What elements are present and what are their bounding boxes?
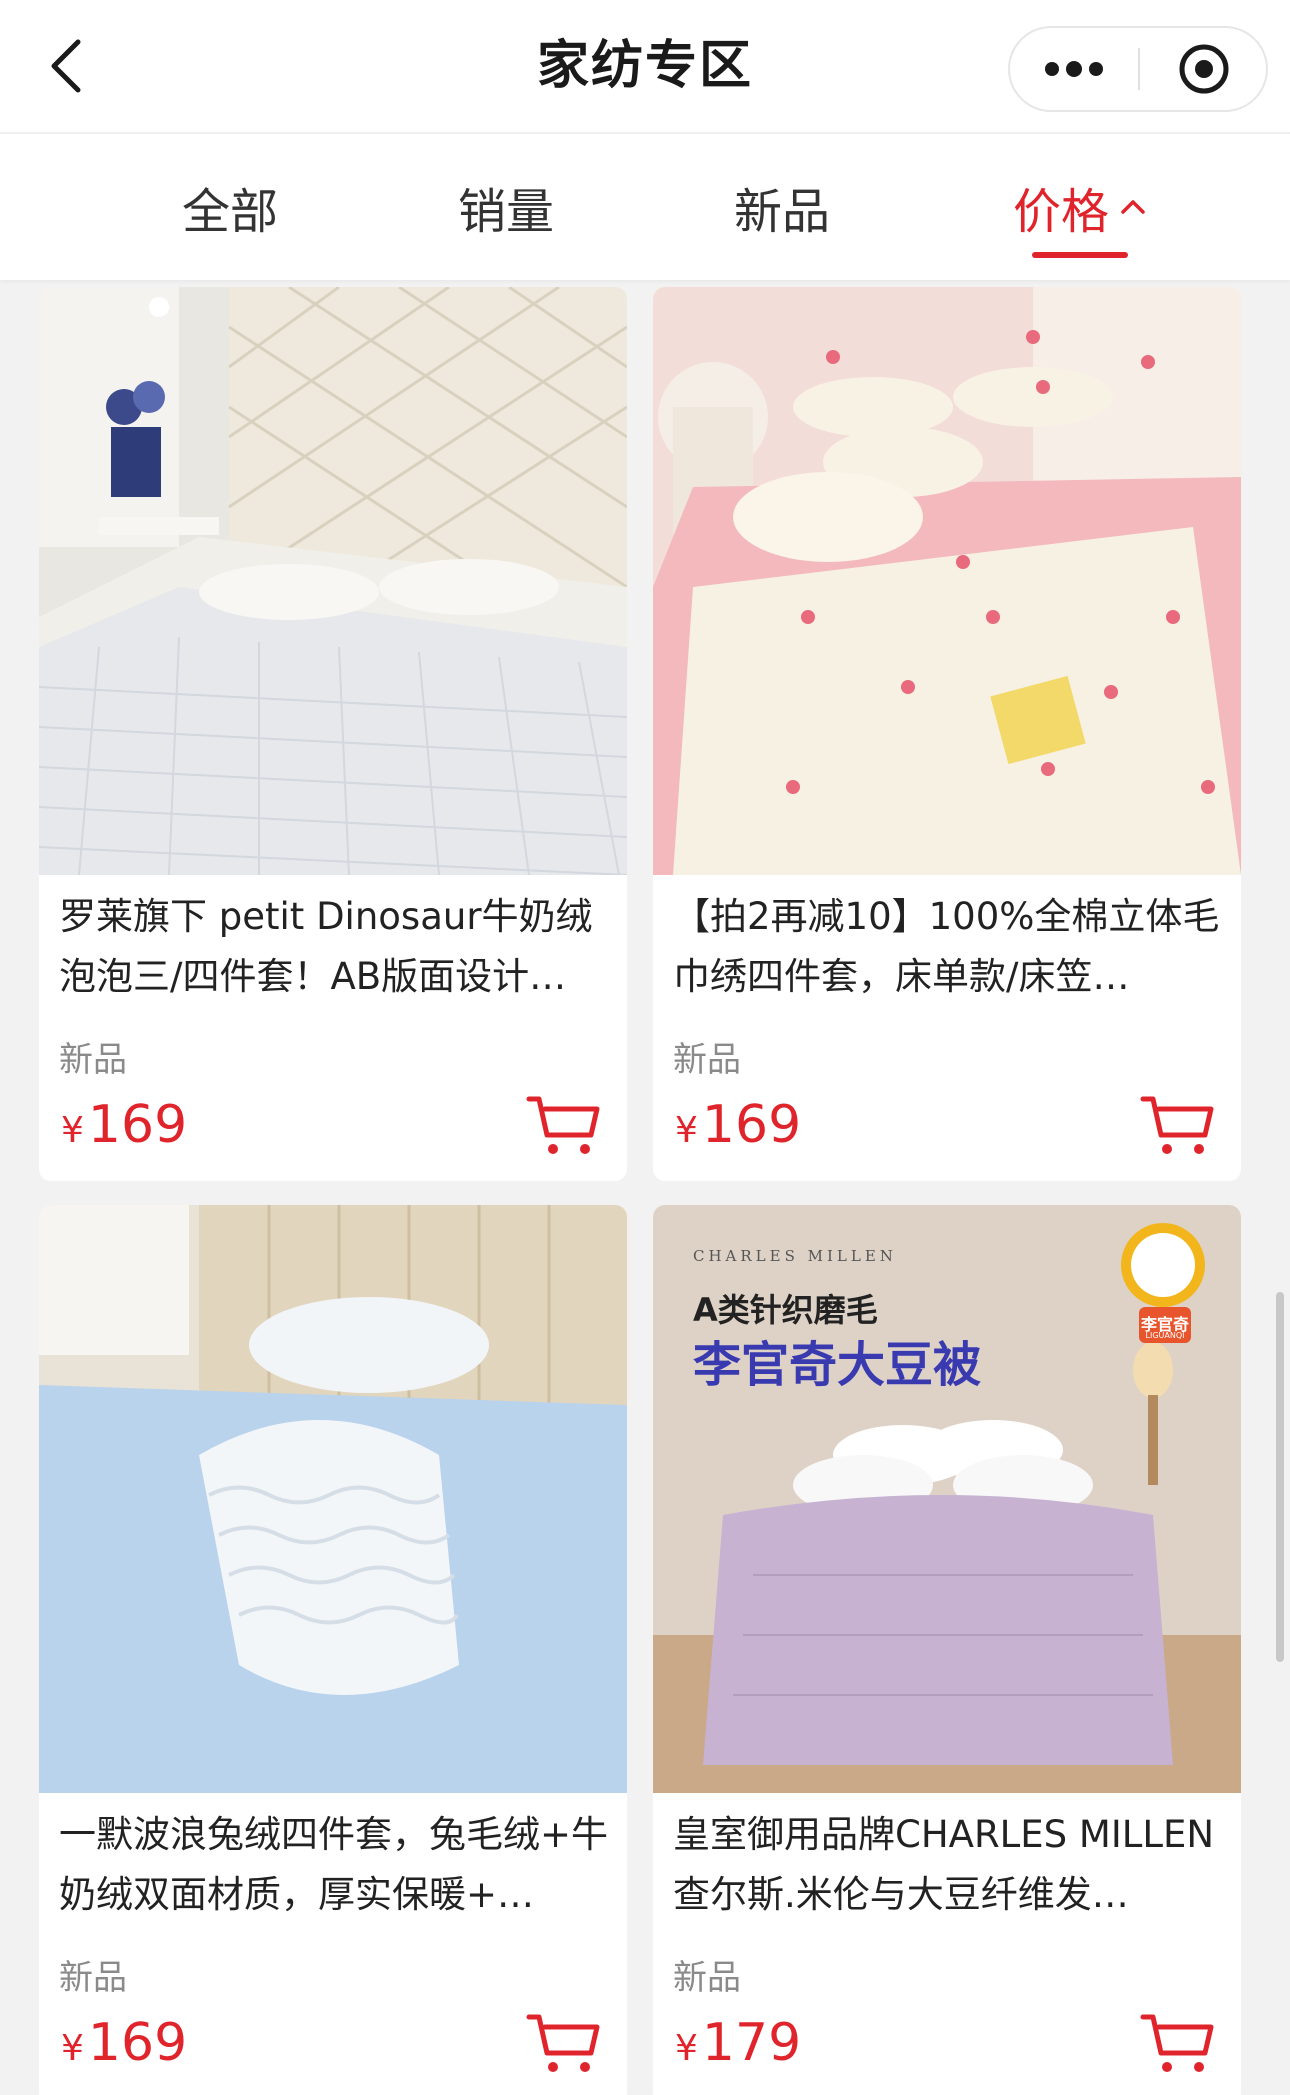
- product-price: ¥ 169: [61, 1095, 187, 1155]
- banner-line-2: 李官奇大豆被: [693, 1337, 982, 1393]
- tab-label: 销量: [457, 184, 554, 240]
- product-card[interactable]: CHARLES MILLEN A类针织磨毛 李官奇大豆被 李官奇 LIGUANQ…: [653, 1205, 1241, 2095]
- product-title[interactable]: 皇室御用品牌CHARLES MILLEN 查尔斯.米伦与大豆纤维发…: [673, 1805, 1223, 1925]
- product-price: ¥ 179: [675, 2013, 801, 2073]
- tab-label: 全部: [181, 184, 278, 240]
- tab-all[interactable]: 全部: [160, 134, 300, 280]
- scrollbar[interactable]: [1276, 1292, 1284, 1662]
- endorser-badge-sub: LIGUANQI: [1145, 1331, 1185, 1340]
- close-button[interactable]: [1140, 28, 1268, 110]
- product-title[interactable]: 罗莱旗下 petit Dinosaur牛奶绒泡泡三/四件套！AB版面设计…: [59, 887, 609, 1007]
- price-value: 169: [87, 2013, 188, 2073]
- product-price: ¥ 169: [675, 1095, 801, 1155]
- currency-symbol: ¥: [675, 1110, 698, 1151]
- new-tag: 新品: [673, 1958, 741, 1998]
- price-value: 169: [701, 1095, 802, 1155]
- new-tag: 新品: [59, 1958, 127, 1998]
- nav-bar: 家纺专区: [0, 0, 1290, 132]
- sort-ascending-icon: [1121, 200, 1145, 214]
- product-image[interactable]: [39, 287, 627, 875]
- tab-label: 新品: [733, 184, 830, 240]
- tab-new[interactable]: 新品: [712, 134, 852, 280]
- sort-tabs: 全部 销量 新品 价格: [0, 132, 1290, 280]
- cart-icon[interactable]: [525, 2011, 601, 2077]
- product-image[interactable]: CHARLES MILLEN A类针织磨毛 李官奇大豆被 李官奇 LIGUANQ…: [653, 1205, 1241, 1793]
- product-price: ¥ 169: [61, 2013, 187, 2073]
- new-tag: 新品: [673, 1040, 741, 1080]
- product-card[interactable]: 一默波浪兔绒四件套，兔毛绒+牛奶绒双面材质，厚实保暖+… 新品 ¥ 169: [39, 1205, 627, 2095]
- mini-program-capsule: [1008, 26, 1268, 112]
- currency-symbol: ¥: [675, 2028, 698, 2069]
- product-title[interactable]: 【拍2再减10】100%全棉立体毛巾绣四件套，床单款/床笠…: [673, 887, 1223, 1007]
- cart-icon[interactable]: [525, 1093, 601, 1159]
- product-title[interactable]: 一默波浪兔绒四件套，兔毛绒+牛奶绒双面材质，厚实保暖+…: [59, 1805, 609, 1925]
- cart-icon[interactable]: [1139, 1093, 1215, 1159]
- product-card[interactable]: 【拍2再减10】100%全棉立体毛巾绣四件套，床单款/床笠… 新品 ¥ 169: [653, 287, 1241, 1181]
- tab-sales[interactable]: 销量: [436, 134, 576, 280]
- active-tab-underline: [1032, 252, 1128, 258]
- tab-label: 价格: [1012, 184, 1109, 240]
- product-image[interactable]: [653, 287, 1241, 875]
- price-value: 169: [87, 1095, 188, 1155]
- price-value: 179: [701, 2013, 802, 2073]
- new-tag: 新品: [59, 1040, 127, 1080]
- product-image[interactable]: [39, 1205, 627, 1793]
- more-dots-icon: [1045, 61, 1103, 77]
- product-card[interactable]: 罗莱旗下 petit Dinosaur牛奶绒泡泡三/四件套！AB版面设计… 新品…: [39, 287, 627, 1181]
- brand-name: CHARLES MILLEN: [693, 1247, 897, 1265]
- tab-price[interactable]: 价格: [1000, 134, 1160, 280]
- currency-symbol: ¥: [61, 2028, 84, 2069]
- more-button[interactable]: [1010, 28, 1138, 110]
- cart-icon[interactable]: [1139, 2011, 1215, 2077]
- target-close-icon: [1179, 44, 1229, 94]
- currency-symbol: ¥: [61, 1110, 84, 1151]
